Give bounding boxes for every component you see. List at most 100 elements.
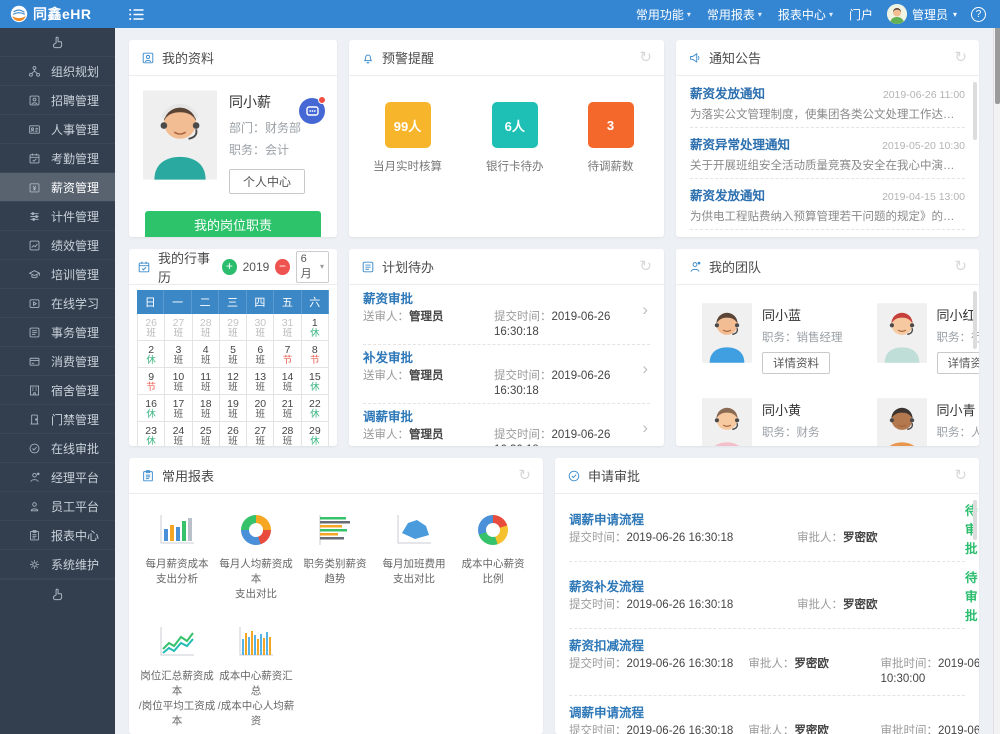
approval-item[interactable]: 调薪申请流程 提交时间：2019-06-26 16:30:18 审批人：罗密欧 … xyxy=(569,696,965,734)
month-select[interactable]: 6月 ▾ xyxy=(296,251,329,283)
calendar-day-cell: 26 班 xyxy=(220,422,247,446)
profile-name: 同小薪 xyxy=(229,92,305,112)
report-shortcut[interactable]: 职务类别薪资 趋势 xyxy=(296,510,374,602)
todo-title[interactable]: 薪资审批 xyxy=(363,291,650,308)
calendar-day-cell: 25 班 xyxy=(193,422,220,446)
chevron-right-icon[interactable]: › xyxy=(642,418,648,438)
sidebar-item-icon xyxy=(28,471,41,484)
team-icon xyxy=(688,260,702,274)
report-shortcut[interactable]: 每月人均薪资成本 支出对比 xyxy=(217,510,295,602)
approval-title[interactable]: 调薪申请流程 xyxy=(569,512,965,529)
todo-item[interactable]: 调薪审批 送审人：管理员 提交时间：2019-06-26 16:30:18 › xyxy=(363,404,650,446)
card-scrollbar[interactable] xyxy=(973,291,977,438)
member-detail-button[interactable]: 详情资料 xyxy=(762,352,830,374)
sidebar-collapse-hand-icon[interactable] xyxy=(0,28,115,57)
refresh-icon[interactable]: ↻ xyxy=(518,468,531,483)
header-nav-item[interactable]: 门户 ▾ xyxy=(849,6,873,23)
approval-item[interactable]: 薪资扣减流程 提交时间：2019-06-26 16:30:18 审批人：罗密欧 … xyxy=(569,629,965,696)
help-icon[interactable]: ? xyxy=(971,7,986,22)
sidebar-item[interactable]: 薪资管理 xyxy=(0,173,115,202)
todo-item[interactable]: 薪资审批 送审人：管理员 提交时间：2019-06-26 16:30:18 › xyxy=(363,286,650,345)
day-status: 班 xyxy=(220,329,246,339)
report-shortcut[interactable]: 成本中心薪资 比例 xyxy=(454,510,532,602)
sidebar-item[interactable]: 在线学习 xyxy=(0,289,115,318)
approval-title[interactable]: 薪资扣减流程 xyxy=(569,638,979,655)
sidebar-item-icon xyxy=(28,239,41,252)
day-status: 班 xyxy=(247,437,273,446)
calendar-day-cell: 31 班 xyxy=(274,314,301,341)
day-status: 休 xyxy=(302,383,328,393)
sidebar-item[interactable]: 考勤管理 xyxy=(0,144,115,173)
app-logo[interactable]: 同鑫eHR xyxy=(0,4,115,24)
notice-item[interactable]: 薪资发放通知 2019-06-26 11:00 为落实公文管理制度，使集团各类公… xyxy=(690,77,965,128)
year-increment-button[interactable]: + xyxy=(222,259,236,275)
refresh-icon[interactable]: ↻ xyxy=(639,259,652,274)
card-scrollbar[interactable] xyxy=(973,500,977,726)
sidebar-item[interactable]: 绩效管理 xyxy=(0,231,115,260)
sidebar-item[interactable]: 人事管理 xyxy=(0,115,115,144)
sidebar-item[interactable]: 系统维护 xyxy=(0,550,115,579)
sidebar-item[interactable]: 事务管理 xyxy=(0,318,115,347)
report-shortcut[interactable]: 成本中心薪资汇总 /成本中心人均薪资 xyxy=(217,622,295,729)
alert-stat[interactable]: 3 待调薪数 xyxy=(588,102,634,174)
notice-title[interactable]: 薪资异常处理通知 xyxy=(690,134,790,153)
my-duties-button[interactable]: 我的岗位职责 xyxy=(145,211,321,237)
notice-title[interactable]: 薪资发放通知 xyxy=(690,185,765,204)
sidebar-item[interactable]: 报表中心 xyxy=(0,521,115,550)
chevron-down-icon: ▾ xyxy=(320,262,324,271)
approval-title[interactable]: 调薪申请流程 xyxy=(569,705,979,722)
todo-item[interactable]: 补发审批 送审人：管理员 提交时间：2019-06-26 16:30:18 › xyxy=(363,345,650,404)
chevron-right-icon[interactable]: › xyxy=(642,359,648,379)
page-scrollbar[interactable] xyxy=(993,0,1000,734)
todo-title[interactable]: 调薪审批 xyxy=(363,409,650,426)
notice-title[interactable]: 薪资发放通知 xyxy=(690,83,765,102)
sidebar-item-label: 组织规划 xyxy=(51,63,99,80)
alert-stat[interactable]: 6人 银行卡待办 xyxy=(486,102,544,174)
message-icon[interactable] xyxy=(299,98,325,124)
refresh-icon[interactable]: ↻ xyxy=(954,468,967,483)
bar-chart-icon xyxy=(138,510,216,550)
approval-title[interactable]: 薪资补发流程 xyxy=(569,579,965,596)
sidebar-item[interactable]: 培训管理 xyxy=(0,260,115,289)
header-nav-item[interactable]: 常用报表 ▾ xyxy=(707,6,762,23)
alert-label: 当月实时核算 xyxy=(373,158,442,174)
sidebar-item[interactable]: 消费管理 xyxy=(0,347,115,376)
sidebar-item[interactable]: 经理平台 xyxy=(0,463,115,492)
sidebar-item-label: 消费管理 xyxy=(51,353,99,370)
header-nav-item[interactable]: 报表中心 ▾ xyxy=(778,6,833,23)
notice-item[interactable]: 薪资异常处理通知 2019-02-21 11:00 要进一步加强供用电合同管理，… xyxy=(690,230,965,237)
submit-time: 2019-06-26 16:30:18 xyxy=(627,725,734,734)
refresh-icon[interactable]: ↻ xyxy=(639,50,652,65)
report-shortcut[interactable]: 每月加班费用 支出对比 xyxy=(375,510,453,602)
alert-stat[interactable]: 99人 当月实时核算 xyxy=(373,102,442,174)
sidebar-item[interactable]: 招聘管理 xyxy=(0,86,115,115)
sidebar-item[interactable]: 组织规划 xyxy=(0,57,115,86)
team-grid: 同小蓝 职务：销售经理 详情资料 xyxy=(676,285,979,446)
personal-center-button[interactable]: 个人中心 xyxy=(229,169,305,194)
sidebar-item[interactable]: 门禁管理 xyxy=(0,405,115,434)
weekday-label: 一 xyxy=(164,290,191,314)
header-nav-item[interactable]: 常用功能 ▾ xyxy=(636,6,691,23)
approver-name: 罗密欧 xyxy=(843,532,878,544)
year-decrement-button[interactable]: − xyxy=(275,259,289,275)
sidebar-item-icon xyxy=(28,413,41,426)
sidebar-item[interactable]: 员工平台 xyxy=(0,492,115,521)
notice-item[interactable]: 薪资发放通知 2019-04-15 13:00 为供电工程贴费纳入预算管理若干问… xyxy=(690,179,965,230)
notice-item[interactable]: 薪资异常处理通知 2019-05-20 10:30 关于开展班组安全活动质量竞赛… xyxy=(690,128,965,179)
sidebar-collapse-hand-icon[interactable] xyxy=(0,579,115,608)
menu-toggle-icon[interactable] xyxy=(129,8,144,21)
report-shortcut[interactable]: 每月薪资成本 支出分析 xyxy=(138,510,216,602)
user-menu[interactable]: 管理员 ▾ xyxy=(887,4,957,24)
report-shortcut[interactable]: 岗位汇总薪资成本 /岗位平均工资成本 xyxy=(138,622,216,729)
refresh-icon[interactable]: ↻ xyxy=(954,50,967,65)
card-scrollbar[interactable] xyxy=(973,82,977,229)
sidebar-item[interactable]: 在线审批 xyxy=(0,434,115,463)
notice-title[interactable]: 薪资异常处理通知 xyxy=(690,236,790,237)
sidebar-item[interactable]: 宿舍管理 xyxy=(0,376,115,405)
sidebar-item[interactable]: 计件管理 xyxy=(0,202,115,231)
todo-title[interactable]: 补发审批 xyxy=(363,350,650,367)
approval-item[interactable]: 调薪申请流程 提交时间：2019-06-26 16:30:18 审批人：罗密欧 … xyxy=(569,495,965,562)
refresh-icon[interactable]: ↻ xyxy=(954,259,967,274)
approval-item[interactable]: 薪资补发流程 提交时间：2019-06-26 16:30:18 审批人：罗密欧 … xyxy=(569,562,965,629)
chevron-right-icon[interactable]: › xyxy=(642,300,648,320)
